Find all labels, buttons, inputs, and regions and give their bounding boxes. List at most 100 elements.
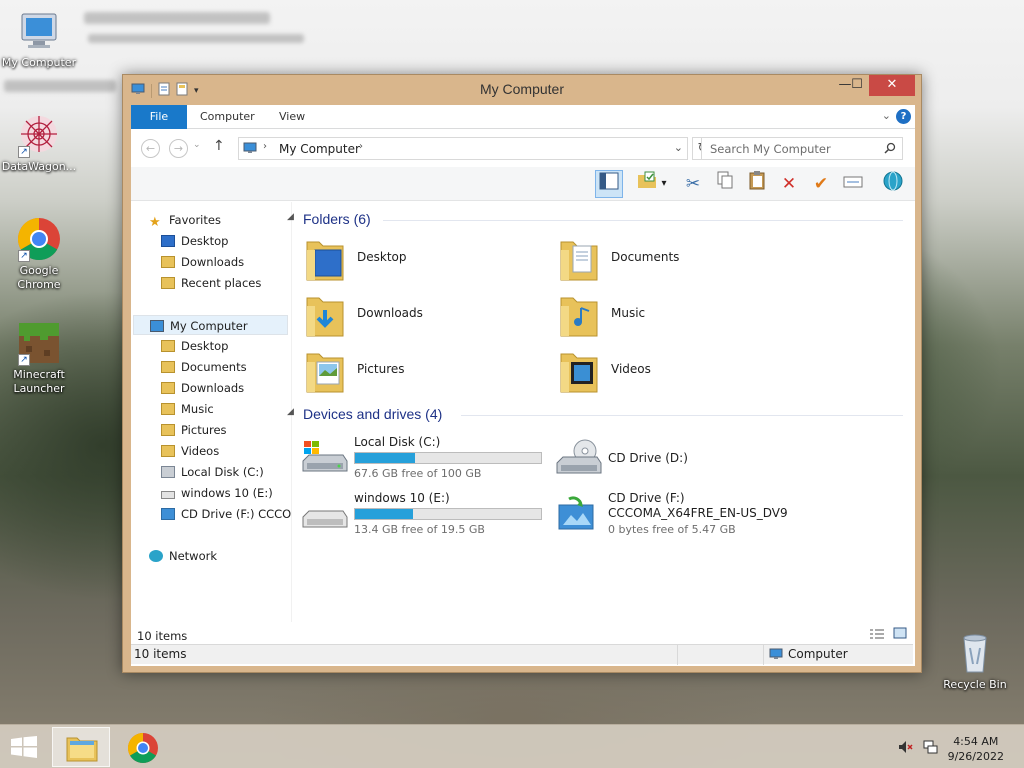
folder-videos[interactable]: Videos	[559, 346, 799, 398]
expand-ribbon-icon[interactable]: ⌄	[882, 109, 891, 122]
breadcrumb-chevron-icon[interactable]: ›	[359, 141, 363, 152]
up-button[interactable]: ↑	[213, 138, 225, 154]
status-item-count: 10 items	[134, 647, 187, 661]
folders-group-header[interactable]: Folders (6)	[303, 211, 371, 227]
folder-pictures[interactable]: Pictures	[305, 346, 545, 398]
network-icon	[149, 550, 163, 562]
desktop-icon-chrome[interactable]: ↗ Google Chrome	[0, 216, 78, 292]
nav-label: Downloads	[181, 381, 245, 395]
usage-bar	[354, 452, 542, 464]
nav-fav-desktop[interactable]: Desktop	[161, 231, 228, 251]
taskbar-explorer[interactable]	[52, 727, 110, 767]
nav-documents[interactable]: Documents	[161, 357, 247, 377]
desktop-icon-minecraft[interactable]: ↗ Minecraft Launcher	[0, 320, 78, 396]
forward-button[interactable]: →	[169, 139, 188, 158]
nav-fav-downloads[interactable]: Downloads	[161, 252, 244, 272]
pictures-folder-icon	[305, 348, 345, 394]
nav-desktop[interactable]: Desktop	[161, 336, 228, 356]
address-dropdown-icon[interactable]: ⌄	[674, 141, 683, 154]
drive-cd-f[interactable]: CD Drive (F:) CCCOMA_X64FRE_EN-US_DV9 0 …	[555, 491, 805, 539]
search-input[interactable]: Search My Computer	[701, 137, 903, 160]
copy-icon[interactable]	[711, 170, 739, 198]
folder-downloads[interactable]: Downloads	[305, 290, 545, 342]
recent-locations-icon[interactable]: ⌄	[193, 140, 201, 150]
dropdown-arrow-icon[interactable]: ▾	[657, 170, 671, 198]
desktop-icon-label: My Computer	[1, 56, 77, 69]
title-bar[interactable]: ▾ My Computer — ☐ ✕	[123, 75, 921, 105]
nav-favorites[interactable]: ★ Favorites	[149, 210, 221, 230]
network-tray-icon[interactable]	[922, 739, 938, 758]
nav-fav-recent[interactable]: Recent places	[161, 273, 261, 293]
minecraft-icon: ↗	[16, 320, 62, 366]
start-button[interactable]	[10, 736, 38, 761]
nav-downloads[interactable]: Downloads	[161, 378, 244, 398]
nav-label: Desktop	[181, 234, 229, 248]
videos-folder-icon	[161, 445, 175, 457]
nav-label: windows 10 (E:)	[181, 486, 273, 500]
nav-network[interactable]: Network	[149, 546, 217, 566]
status-location: Computer	[788, 647, 848, 661]
address-field[interactable]: › My Computer › ⌄	[238, 137, 688, 160]
desktop-icon-label: Recycle Bin	[943, 678, 1007, 691]
taskbar-chrome[interactable]	[127, 732, 159, 767]
tab-view[interactable]: View	[266, 105, 318, 129]
back-button[interactable]: ←	[141, 139, 160, 158]
desktop-icon-my-computer[interactable]: My Computer	[0, 8, 78, 70]
nav-videos[interactable]: Videos	[161, 441, 219, 461]
nav-cd-drive-f[interactable]: CD Drive (F:) CCCOMA_X64FRE_EN-US_DV9	[161, 504, 291, 524]
downloads-folder-icon	[161, 256, 175, 268]
large-icons-view-icon[interactable]	[893, 627, 907, 642]
clock-date: 9/26/2022	[947, 750, 1004, 763]
breadcrumb[interactable]: My Computer	[279, 142, 360, 156]
desktop-icon-recycle-bin[interactable]: Recycle Bin	[936, 630, 1014, 692]
close-button[interactable]: ✕	[869, 75, 915, 96]
nav-pictures[interactable]: Pictures	[161, 420, 227, 440]
folder-music[interactable]: Music	[559, 290, 799, 342]
search-icon[interactable]	[884, 142, 896, 157]
check-icon[interactable]: ✔	[807, 170, 835, 198]
nav-local-disk-c[interactable]: Local Disk (C:)	[161, 462, 264, 482]
content-area: ◢ Folders (6) Desktop Documents Download	[287, 202, 911, 622]
shortcut-arrow-icon: ↗	[18, 354, 30, 366]
hard-drive-icon	[301, 439, 349, 477]
network-globe-icon[interactable]	[879, 170, 907, 198]
computer-small-icon	[243, 142, 257, 157]
shortcut-arrow-icon: ↗	[18, 250, 30, 262]
paste-icon[interactable]	[743, 170, 771, 198]
desktop-icon-label: Google Chrome	[17, 264, 61, 291]
clock[interactable]: 4:54 AM 9/26/2022	[948, 734, 1004, 764]
drive-local-disk-c[interactable]: Local Disk (C:) 67.6 GB free of 100 GB	[301, 435, 551, 483]
desktop-icon-datawagon[interactable]: ↗ DataWagon...	[0, 112, 78, 174]
navigation-pane: ★ Favorites Desktop Downloads Recent plac…	[131, 202, 291, 622]
drives-group-header[interactable]: Devices and drives (4)	[303, 406, 442, 422]
nav-music[interactable]: Music	[161, 399, 214, 419]
preview-pane-button[interactable]	[595, 170, 623, 198]
usage-bar	[354, 508, 542, 520]
drive-cd-d[interactable]: CD Drive (D:)	[555, 435, 805, 483]
nav-my-computer[interactable]: My Computer	[133, 315, 288, 335]
help-icon[interactable]: ?	[896, 109, 911, 124]
tab-computer[interactable]: Computer	[187, 105, 268, 129]
collapse-arrow-icon[interactable]: ◢	[287, 407, 294, 417]
nav-windows10-e[interactable]: windows 10 (E:)	[161, 483, 273, 503]
cut-icon[interactable]: ✂	[679, 170, 707, 198]
folder-label: Videos	[611, 362, 651, 376]
documents-folder-icon	[161, 361, 175, 373]
tab-file[interactable]: File	[131, 105, 187, 129]
downloads-folder-icon	[161, 382, 175, 394]
restore-button[interactable]: ☐	[843, 75, 871, 96]
delete-icon[interactable]: ✕	[775, 170, 803, 198]
rename-icon[interactable]	[839, 170, 867, 198]
drive-windows10-e[interactable]: windows 10 (E:) 13.4 GB free of 19.5 GB	[301, 491, 551, 539]
breadcrumb-chevron-icon[interactable]: ›	[263, 141, 267, 152]
details-view-icon[interactable]	[869, 628, 885, 643]
status-divider	[763, 645, 764, 665]
volume-muted-icon[interactable]	[898, 740, 914, 757]
folder-desktop[interactable]: Desktop	[305, 234, 545, 286]
drive-name: windows 10 (E:)	[354, 491, 450, 505]
folder-documents[interactable]: Documents	[559, 234, 799, 286]
nav-label: Favorites	[169, 213, 221, 227]
group-divider	[461, 415, 903, 416]
collapse-arrow-icon[interactable]: ◢	[287, 212, 294, 222]
nav-label: Downloads	[181, 255, 245, 269]
